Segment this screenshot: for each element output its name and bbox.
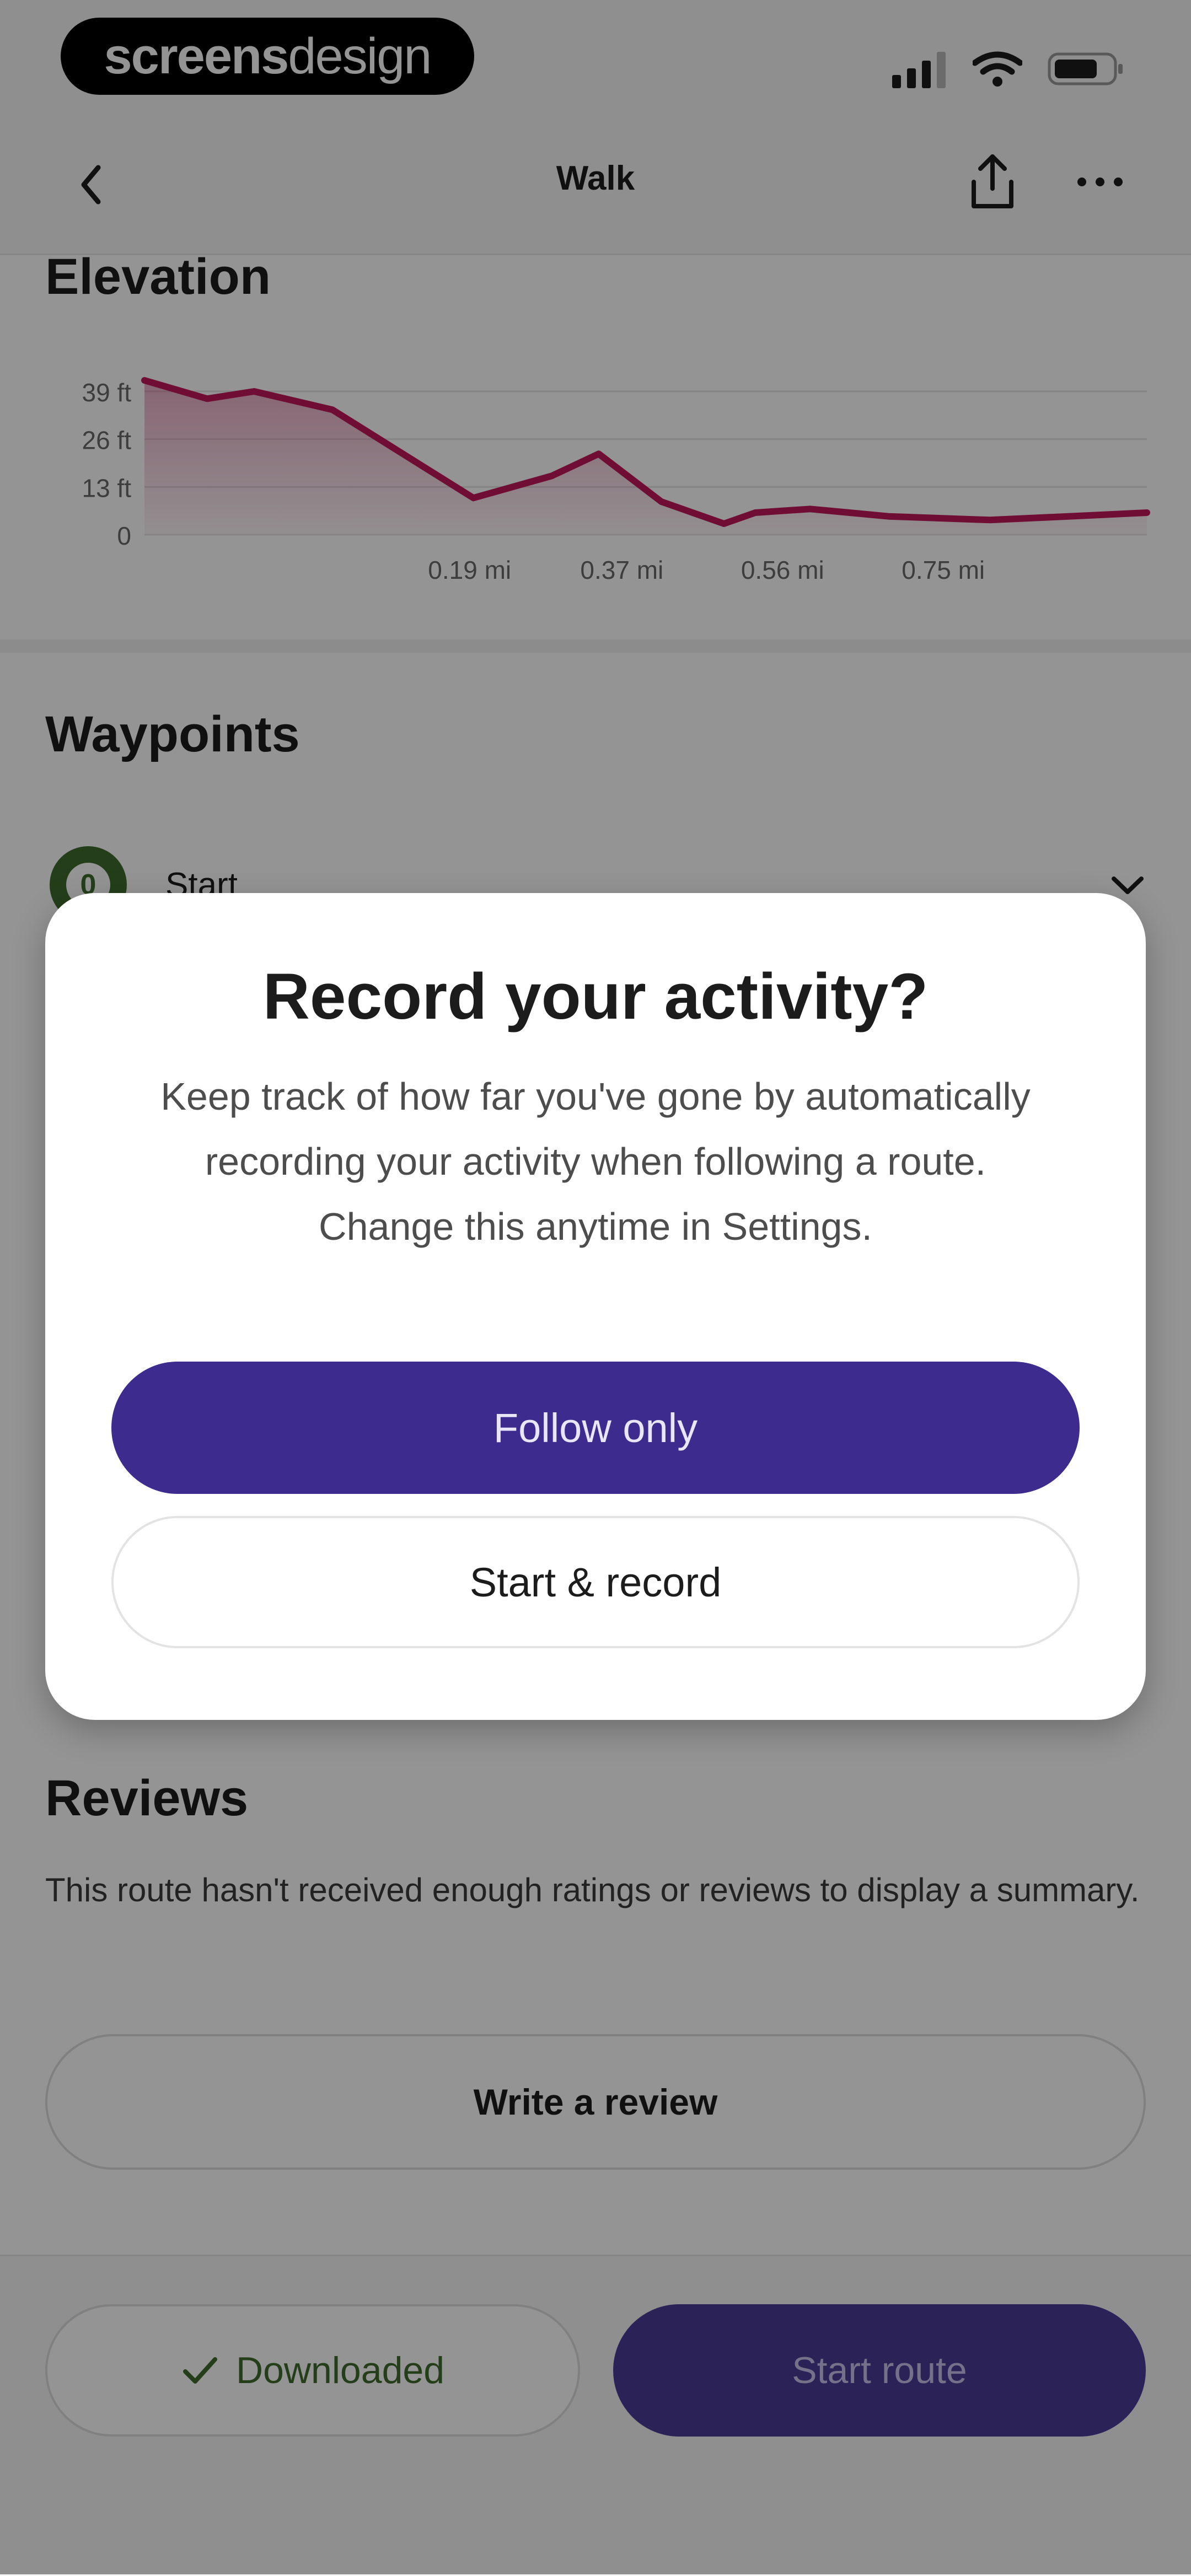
record-activity-dialog: Record your activity? Keep track of how … [45,893,1146,1720]
start-and-record-button[interactable]: Start & record [111,1516,1080,1648]
dialog-body: Keep track of how far you've gone by aut… [160,1075,1031,1248]
follow-only-button[interactable]: Follow only [111,1362,1080,1494]
dialog-title: Record your activity? [262,960,929,1033]
